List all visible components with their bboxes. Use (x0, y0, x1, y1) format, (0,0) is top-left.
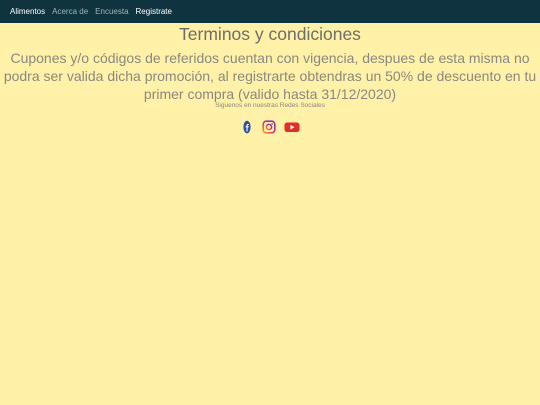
youtube-icon[interactable] (284, 120, 300, 134)
nav-item-alimentos[interactable]: Alimentos (10, 7, 45, 16)
instagram-icon[interactable] (262, 120, 276, 134)
facebook-icon[interactable] (240, 120, 254, 134)
nav-item-acerca-de[interactable]: Acerca de (52, 7, 88, 16)
nav-item-registrate[interactable]: Registrate (136, 7, 172, 16)
terms-text: Cupones y/o códigos de referidos cuentan… (3, 50, 537, 102)
navbar: Alimentos Acerca de Encuesta Registrate (0, 0, 540, 23)
social-label: Siguenos en nuestras Redes Sociales (215, 102, 325, 109)
nav-item-encuesta[interactable]: Encuesta (95, 7, 128, 16)
social-links (0, 120, 540, 134)
page-title: Terminos y condiciones (179, 24, 361, 44)
